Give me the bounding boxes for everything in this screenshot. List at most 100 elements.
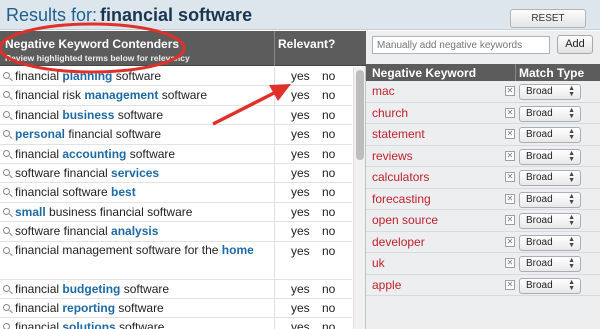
row-divider xyxy=(274,279,275,298)
updown-arrow-icon: ▲ ▼ xyxy=(568,85,575,98)
remove-icon[interactable]: ✕ xyxy=(505,86,515,96)
magnifier-icon[interactable] xyxy=(3,168,10,176)
match-type-value: Broad xyxy=(526,150,553,162)
keyword-text: financial risk xyxy=(15,88,85,103)
relevant-no-link[interactable]: no xyxy=(322,125,335,143)
updown-arrow-icon: ▲ ▼ xyxy=(568,235,575,249)
magnifier-icon[interactable] xyxy=(3,323,10,329)
magnifier-icon[interactable] xyxy=(3,91,10,99)
add-negative-input[interactable] xyxy=(372,36,550,54)
col-relevant: Relevant? xyxy=(278,37,336,51)
row-divider xyxy=(274,86,275,105)
magnifier-icon[interactable] xyxy=(3,130,10,138)
match-type-value: Broad xyxy=(526,215,553,226)
scrollbar-thumb[interactable] xyxy=(356,70,364,160)
keyword-text: financial xyxy=(15,281,63,296)
relevant-no-link[interactable]: no xyxy=(322,183,335,201)
relevant-no-link[interactable]: no xyxy=(322,318,335,329)
contender-row: financial management software for the ho… xyxy=(0,241,352,280)
match-type-select[interactable]: Broad ▲ ▼ xyxy=(519,148,581,165)
keyword-text: financial management software for the xyxy=(15,242,222,257)
relevant-yes-link[interactable]: yes xyxy=(291,125,310,143)
contender-keyword: financial planning software xyxy=(15,67,270,85)
updown-arrow-icon: ▲ ▼ xyxy=(568,171,575,184)
remove-icon[interactable]: ✕ xyxy=(505,258,515,268)
magnifier-icon[interactable] xyxy=(3,303,10,311)
relevant-no-link[interactable]: no xyxy=(322,86,335,104)
relevant-no-link[interactable]: no xyxy=(322,67,335,85)
relevant-yes-link[interactable]: yes xyxy=(291,280,310,298)
contender-keyword: small business financial software xyxy=(15,203,270,221)
magnifier-icon[interactable] xyxy=(3,284,10,292)
negative-keywords-panel: Add Negative Keyword Match Type mac ✕ Broa… xyxy=(366,31,600,329)
match-type-select[interactable]: Broad ▲ ▼ xyxy=(519,213,581,229)
match-type-select[interactable]: Broad ▲ ▼ xyxy=(519,277,581,294)
match-type-select[interactable]: Broad ▲ ▼ xyxy=(519,170,581,186)
remove-icon[interactable]: ✕ xyxy=(505,215,515,225)
add-button[interactable]: Add xyxy=(557,35,593,54)
reset-button[interactable]: RESET xyxy=(510,9,586,28)
match-type-select[interactable]: Broad ▲ ▼ xyxy=(519,84,581,100)
relevant-no-link[interactable]: no xyxy=(322,242,335,260)
contender-row: software financial analysis yes no xyxy=(0,222,352,242)
relevant-yes-link[interactable]: yes xyxy=(291,242,310,260)
magnifier-icon[interactable] xyxy=(3,207,10,215)
relevant-no-link[interactable]: no xyxy=(322,280,335,298)
remove-icon[interactable]: ✕ xyxy=(505,193,515,204)
negative-keyword-row: apple ✕ Broad ▲ ▼ xyxy=(366,275,600,296)
relevant-no-link[interactable]: no xyxy=(322,106,335,124)
magnifier-icon[interactable] xyxy=(3,246,10,254)
remove-icon[interactable]: ✕ xyxy=(505,279,515,290)
match-type-select[interactable]: Broad ▲ ▼ xyxy=(519,191,581,208)
relevant-yes-link[interactable]: yes xyxy=(291,203,310,221)
match-type-select[interactable]: Broad ▲ ▼ xyxy=(519,234,581,251)
contender-keyword: software financial services xyxy=(15,164,270,182)
remove-icon[interactable]: ✕ xyxy=(505,129,515,139)
negative-keyword-row: church ✕ Broad ▲ ▼ xyxy=(366,103,600,124)
search-query: financial software xyxy=(100,5,253,25)
negative-keyword: mac xyxy=(372,84,395,98)
remove-icon[interactable]: ✕ xyxy=(505,172,515,182)
match-type-select[interactable]: Broad ▲ ▼ xyxy=(519,105,581,122)
row-divider xyxy=(274,202,275,222)
keyword-text: financial software xyxy=(15,185,112,200)
magnifier-icon[interactable] xyxy=(3,188,10,196)
keyword-text: financial xyxy=(15,69,63,83)
keyword-text: software xyxy=(114,107,164,122)
relevant-yes-link[interactable]: yes xyxy=(291,299,310,317)
match-type-select[interactable]: Broad ▲ ▼ xyxy=(519,127,581,143)
updown-arrow-icon: ▲ ▼ xyxy=(568,149,575,163)
relevant-yes-link[interactable]: yes xyxy=(291,67,310,85)
relevant-yes-link[interactable]: yes xyxy=(291,145,310,163)
magnifier-icon[interactable] xyxy=(3,72,10,79)
relevant-yes-link[interactable]: yes xyxy=(291,86,310,104)
negative-keyword: developer xyxy=(372,234,425,249)
contender-list: financial planning software yes no financia… xyxy=(0,67,352,329)
relevant-yes-link[interactable]: yes xyxy=(291,222,310,240)
relevant-no-link[interactable]: no xyxy=(322,222,335,240)
relevant-no-link[interactable]: no xyxy=(322,145,335,163)
match-type-select[interactable]: Broad ▲ ▼ xyxy=(519,256,581,272)
remove-icon[interactable]: ✕ xyxy=(505,150,515,161)
col-negative-keyword: Negative Keyword xyxy=(372,66,477,80)
relevant-yes-link[interactable]: yes xyxy=(291,164,310,182)
magnifier-icon[interactable] xyxy=(3,149,10,157)
keyword-text: software financial xyxy=(15,224,112,239)
contenders-scrollbar[interactable] xyxy=(353,67,365,329)
keyword-text: financial xyxy=(15,320,63,329)
match-type-value: Broad xyxy=(526,86,553,97)
remove-icon[interactable]: ✕ xyxy=(505,107,515,118)
remove-icon[interactable]: ✕ xyxy=(505,236,515,247)
relevant-no-link[interactable]: no xyxy=(322,299,335,317)
relevant-no-link[interactable]: no xyxy=(322,164,335,182)
relevant-yes-link[interactable]: yes xyxy=(291,183,310,201)
magnifier-icon[interactable] xyxy=(3,110,10,118)
relevant-yes-link[interactable]: yes xyxy=(291,106,310,124)
relevant-no-link[interactable]: no xyxy=(322,203,335,221)
negative-keyword-row: open source ✕ Broad ▲ ▼ xyxy=(366,210,600,232)
contender-keyword: financial accounting software xyxy=(15,145,270,163)
magnifier-icon[interactable] xyxy=(3,227,10,235)
negative-keyword-row: developer ✕ Broad ▲ ▼ xyxy=(366,232,600,253)
contender-keyword: financial budgeting software xyxy=(15,280,270,298)
relevant-yes-link[interactable]: yes xyxy=(291,318,310,329)
